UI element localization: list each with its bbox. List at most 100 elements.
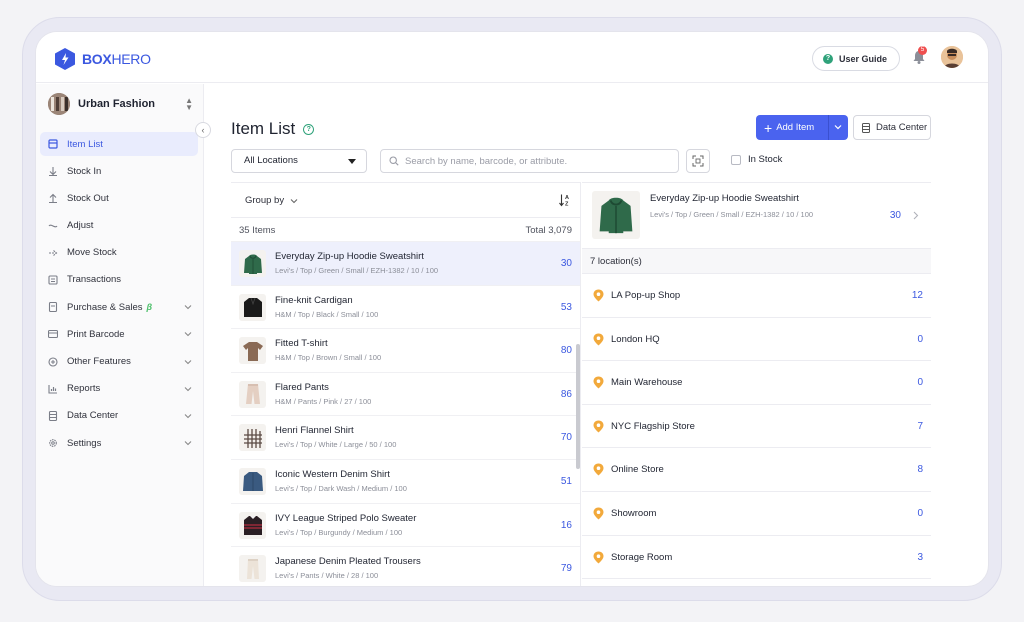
in-stock-checkbox[interactable] — [731, 154, 741, 165]
in-stock-filter[interactable]: In Stock — [731, 154, 782, 165]
location-pin-icon — [593, 551, 604, 564]
sidebar-item-purchase-sales[interactable]: Purchase & Sales β — [40, 295, 198, 319]
list-item[interactable]: Japanese Denim Pleated Trousers Levi's /… — [231, 547, 580, 586]
location-row[interactable]: Storage Room 3 — [582, 536, 931, 580]
sidebar-item-other-features[interactable]: Other Features — [40, 350, 198, 374]
beta-badge: β — [146, 302, 153, 313]
search-input[interactable] — [405, 155, 665, 167]
svg-text:Z: Z — [565, 202, 569, 208]
chart-icon — [48, 384, 58, 394]
sidebar-item-stock-out[interactable]: Stock Out — [40, 186, 198, 210]
group-by-dropdown[interactable]: Group by — [245, 195, 298, 206]
location-filter-select[interactable]: All Locations — [231, 149, 367, 173]
location-quantity: 8 — [917, 464, 923, 476]
user-guide-label: User Guide — [839, 53, 888, 64]
detail-header[interactable]: Everyday Zip-up Hoodie Sweatshirt Levi's… — [582, 182, 931, 249]
location-row[interactable]: Main Warehouse 0 — [582, 361, 931, 405]
list-item[interactable]: IVY League Striped Polo Sweater Levi's /… — [231, 504, 580, 548]
list-item[interactable]: Henri Flannel Shirt Levi's / Top / White… — [231, 416, 580, 460]
help-icon[interactable]: ? — [303, 123, 315, 135]
page-title: Item List ? — [231, 119, 315, 139]
sidebar-item-stock-in[interactable]: Stock In — [40, 159, 198, 183]
sidebar-item-label: Settings — [67, 437, 102, 449]
item-quantity: 53 — [560, 301, 572, 313]
item-quantity: 70 — [560, 432, 572, 444]
document-icon — [48, 302, 58, 313]
barcode-scan-button[interactable] — [686, 149, 710, 173]
chevron-right-icon[interactable] — [912, 211, 919, 220]
chevron-down-icon[interactable] — [834, 123, 842, 131]
item-attributes: H&M / Top / Black / Small / 100 — [275, 309, 379, 319]
sidebar-item-label: Data Center — [67, 410, 119, 422]
location-row[interactable]: Online Store 8 — [582, 448, 931, 492]
boxhero-logo[interactable]: BOXHERO — [54, 47, 151, 71]
location-row[interactable]: Showroom 0 — [582, 492, 931, 536]
chevron-down-icon — [184, 441, 192, 446]
item-attributes: Levi's / Top / Dark Wash / Medium / 100 — [275, 483, 407, 493]
svg-text:A: A — [565, 195, 569, 201]
sidebar-item-settings[interactable]: Settings — [40, 431, 198, 455]
in-stock-label: In Stock — [748, 154, 783, 165]
sidebar-item-adjust[interactable]: Adjust — [40, 214, 198, 238]
sidebar-item-move-stock[interactable]: Move Stock — [40, 241, 198, 265]
list-icon — [48, 139, 58, 149]
user-avatar[interactable] — [941, 46, 963, 68]
item-quantity: 30 — [560, 258, 572, 269]
list-scrollbar[interactable] — [576, 344, 580, 469]
hoodie-image — [599, 197, 633, 234]
location-quantity: 0 — [917, 333, 923, 345]
item-thumbnail — [239, 555, 266, 583]
sidebar-item-data-center[interactable]: Data Center — [40, 404, 198, 428]
item-thumbnail — [239, 337, 266, 365]
location-name: LA Pop-up Shop — [611, 290, 681, 301]
notification-badge: 5 — [918, 46, 927, 55]
cardigan-image — [243, 297, 262, 318]
data-center-button[interactable]: Data Center — [853, 115, 931, 140]
adjust-icon — [48, 221, 58, 231]
sidebar-item-label: Item List — [67, 138, 103, 150]
chevron-down-icon — [184, 359, 192, 364]
item-thumbnail — [239, 380, 266, 408]
location-pin-icon — [593, 333, 604, 346]
sidebar-item-transactions[interactable]: Transactions — [40, 268, 198, 292]
location-name: Showroom — [611, 507, 657, 519]
location-pin-icon — [593, 420, 604, 433]
sidebar-item-item-list[interactable]: Item List — [40, 132, 198, 156]
list-item[interactable]: Iconic Western Denim Shirt Levi's / Top … — [231, 460, 580, 504]
add-item-label: Add Item — [776, 122, 815, 133]
item-thumbnail — [239, 467, 266, 495]
database-icon — [862, 122, 870, 133]
list-item[interactable]: Fitted T-shirt H&M / Top / Brown / Small… — [231, 329, 580, 373]
list-item[interactable]: Everyday Zip-up Hoodie Sweatshirt Levi's… — [231, 242, 580, 286]
sidebar-item-reports[interactable]: Reports — [40, 377, 198, 401]
chevron-down-icon — [184, 305, 192, 310]
sidebar-item-label: Stock In — [67, 165, 102, 177]
list-item[interactable]: Flared Pants H&M / Pants / Pink / 27 / 1… — [231, 373, 580, 417]
hoodie-image — [243, 254, 262, 274]
location-row[interactable]: London HQ 0 — [582, 318, 931, 362]
gear-icon — [48, 438, 58, 448]
collapse-sidebar-button[interactable]: ‹ — [195, 122, 211, 138]
workspace-switcher[interactable]: Urban Fashion ▲ ▼ — [48, 92, 193, 116]
sidebar-item-print-barcode[interactable]: Print Barcode — [40, 322, 198, 346]
help-icon: ? — [823, 53, 833, 64]
list-item[interactable]: Fine-knit Cardigan H&M / Top / Black / S… — [231, 286, 580, 330]
add-item-button[interactable]: + Add Item — [756, 115, 848, 140]
chevron-down-icon — [184, 332, 192, 337]
search-box[interactable] — [380, 149, 679, 173]
location-row[interactable]: LA Pop-up Shop 12 — [582, 274, 931, 318]
item-name: Japanese Denim Pleated Trousers — [275, 556, 421, 568]
user-guide-button[interactable]: ? User Guide — [812, 46, 901, 71]
item-attributes: H&M / Top / Brown / Small / 100 — [275, 353, 382, 363]
detail-item-quantity: 30 — [889, 210, 901, 221]
items-count: 35 Items — [239, 225, 276, 236]
item-attributes: Levi's / Top / Burgundy / Medium / 100 — [275, 527, 403, 537]
sort-az-icon[interactable]: A Z — [558, 193, 572, 207]
location-row[interactable]: NYC Flagship Store 7 — [582, 405, 931, 449]
trousers-image — [246, 558, 259, 579]
item-name: Henri Flannel Shirt — [275, 425, 354, 437]
items-summary: 35 Items Total 3,079 — [231, 218, 580, 242]
sidebar-item-label: Other Features — [67, 356, 131, 367]
location-pin-icon — [593, 507, 604, 520]
sidebar-item-label: Reports — [67, 383, 101, 395]
